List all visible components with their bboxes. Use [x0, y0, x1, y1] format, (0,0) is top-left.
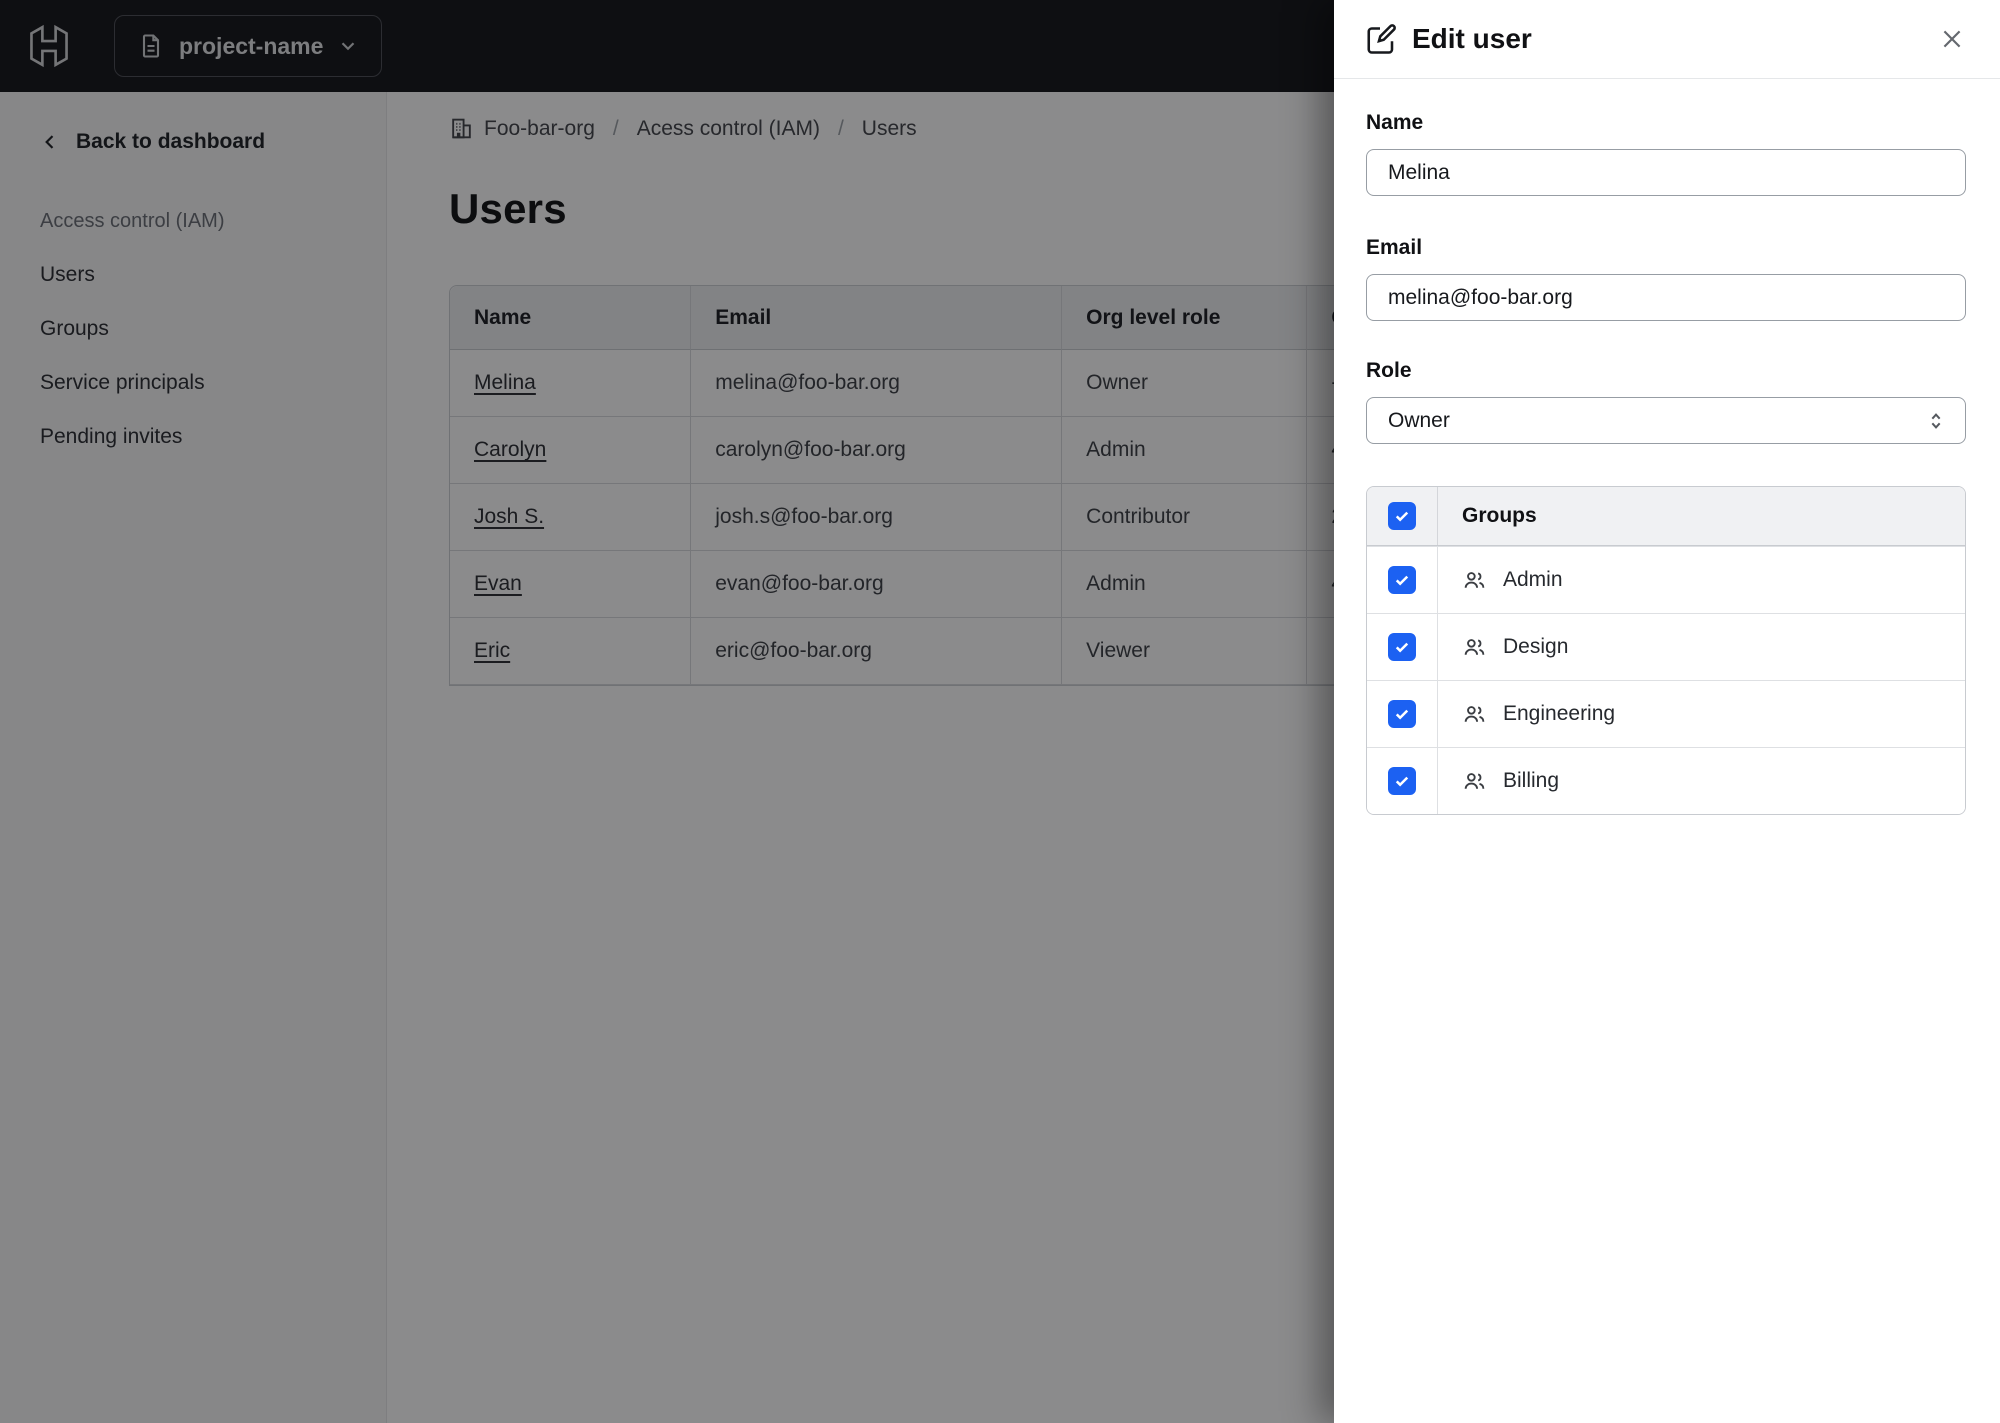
users-icon — [1464, 705, 1485, 722]
group-row-admin: Admin — [1367, 546, 1965, 613]
role-field-label: Role — [1366, 359, 1412, 382]
group-row-billing: Billing — [1367, 747, 1965, 814]
app-window: project-name Back to dashboard Access co… — [0, 0, 2000, 1423]
check-icon — [1395, 709, 1409, 720]
users-icon — [1464, 571, 1485, 588]
drawer-body: Name Email Role Owner Groups — [1334, 79, 2000, 815]
group-checkbox-admin[interactable] — [1388, 566, 1416, 594]
check-icon — [1395, 575, 1409, 586]
group-checkbox-billing[interactable] — [1388, 767, 1416, 795]
group-row-design: Design — [1367, 613, 1965, 680]
group-label: Admin — [1503, 568, 1563, 591]
check-icon — [1395, 776, 1409, 787]
close-icon — [1943, 30, 1961, 48]
group-label: Engineering — [1503, 702, 1616, 725]
group-checkbox-engineering[interactable] — [1388, 700, 1416, 728]
edit-user-drawer: Edit user Name Email Role Owner — [1334, 0, 2000, 1423]
groups-header-label: Groups — [1462, 504, 1537, 527]
edit-icon — [1367, 24, 1396, 54]
group-label: Design — [1503, 635, 1569, 658]
drawer-title: Edit user — [1412, 23, 1532, 54]
close-button[interactable] — [1934, 21, 1970, 57]
drawer-header: Edit user — [1334, 0, 2000, 79]
name-field-label: Name — [1366, 111, 1424, 134]
users-icon — [1464, 772, 1485, 789]
email-field-label: Email — [1366, 236, 1423, 259]
group-checkbox-design[interactable] — [1388, 633, 1416, 661]
email-input[interactable] — [1366, 274, 1966, 321]
role-select-value: Owner — [1388, 408, 1450, 432]
name-input[interactable] — [1366, 149, 1966, 196]
groups-list: Groups Admin Design Engineering Billing — [1366, 486, 1966, 815]
select-all-groups-checkbox[interactable] — [1388, 502, 1416, 530]
group-label: Billing — [1503, 769, 1560, 792]
check-icon — [1395, 511, 1409, 522]
select-caret-icon — [1931, 412, 1941, 429]
role-select[interactable]: Owner — [1366, 397, 1966, 444]
check-icon — [1395, 642, 1409, 653]
users-icon — [1464, 638, 1485, 655]
groups-list-header: Groups — [1367, 487, 1965, 546]
group-row-engineering: Engineering — [1367, 680, 1965, 747]
